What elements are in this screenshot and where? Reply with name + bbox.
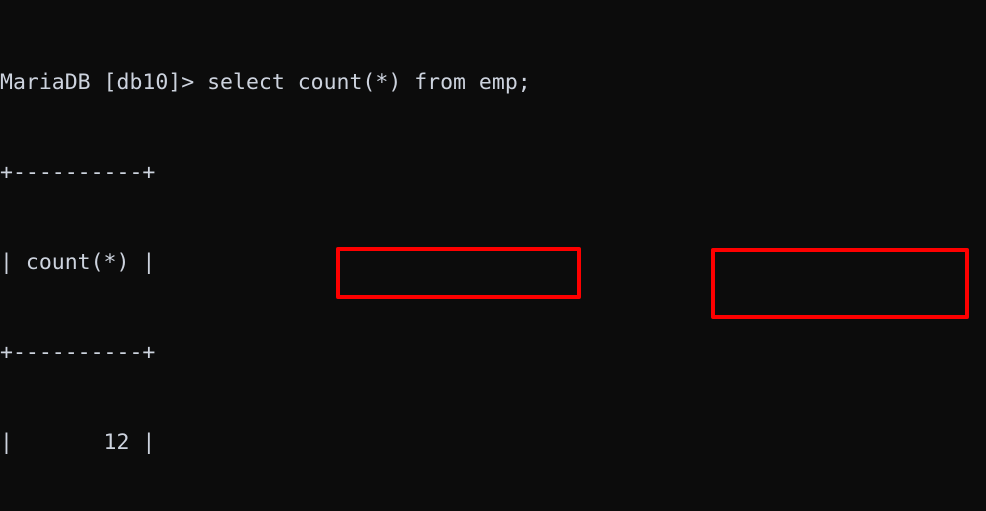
command-line-count-all: MariaDB [db10]> select count(*) from emp… (0, 70, 531, 95)
table-border-top-1: +----------+ (0, 160, 156, 185)
table-header-row-1: | count(*) | (0, 250, 156, 275)
table-border-mid-1: +----------+ (0, 340, 156, 365)
terminal-window[interactable]: MariaDB [db10]> select count(*) from emp… (0, 0, 986, 511)
terminal-output: MariaDB [db10]> select count(*) from emp… (0, 8, 828, 511)
table-data-row-1: | 12 | (0, 430, 156, 455)
